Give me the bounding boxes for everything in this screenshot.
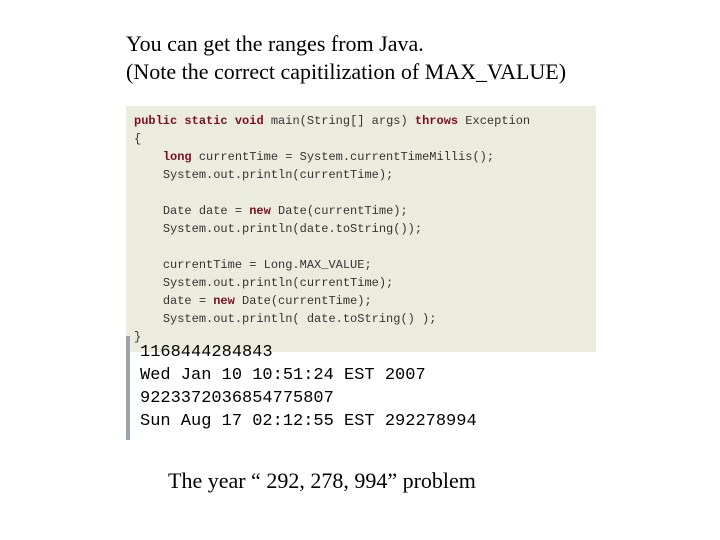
footer-caption: The year “ 292, 278, 994” problem — [168, 468, 476, 494]
code-line-3b: Date(currentTime); — [271, 204, 408, 218]
keyword-static: static — [184, 114, 227, 128]
code-indent — [134, 276, 163, 290]
slide: You can get the ranges from Java. (Note … — [0, 0, 720, 540]
keyword-void: void — [235, 114, 264, 128]
heading-line-1: You can get the ranges from Java. — [126, 30, 646, 58]
code-sig-tail: Exception — [458, 114, 530, 128]
code-indent — [134, 222, 163, 236]
code-sig-mid: main(String[] args) — [264, 114, 415, 128]
output-line-4: Sun Aug 17 02:12:55 EST 292278994 — [140, 412, 477, 431]
code-line-1: currentTime = System.currentTimeMillis()… — [192, 150, 494, 164]
keyword-new: new — [249, 204, 271, 218]
heading-line-2: (Note the correct capitilization of MAX_… — [126, 58, 646, 86]
keyword-throws: throws — [415, 114, 458, 128]
code-space — [228, 114, 235, 128]
java-code-block: public static void main(String[] args) t… — [126, 106, 596, 352]
keyword-public: public — [134, 114, 177, 128]
code-indent — [134, 312, 163, 326]
output-line-1: 1168444284843 — [140, 343, 273, 362]
keyword-new: new — [213, 294, 235, 308]
code-line-3a: Date date = — [163, 204, 249, 218]
code-indent — [134, 168, 163, 182]
heading-block: You can get the ranges from Java. (Note … — [126, 30, 646, 86]
keyword-long: long — [163, 150, 192, 164]
code-line-8: System.out.println( date.toString() ); — [163, 312, 437, 326]
output-line-2: Wed Jan 10 10:51:24 EST 2007 — [140, 366, 426, 385]
code-line-5: currentTime = Long.MAX_VALUE; — [163, 258, 372, 272]
code-line-7b: Date(currentTime); — [235, 294, 372, 308]
code-indent — [134, 204, 163, 218]
code-indent — [134, 150, 163, 164]
program-output-block: 1168444284843 Wed Jan 10 10:51:24 EST 20… — [126, 336, 477, 440]
output-line-3: 9223372036854775807 — [140, 389, 334, 408]
code-indent — [134, 294, 163, 308]
code-line-6: System.out.println(currentTime); — [163, 276, 393, 290]
code-indent — [134, 258, 163, 272]
code-line-4: System.out.println(date.toString()); — [163, 222, 422, 236]
code-line-2: System.out.println(currentTime); — [163, 168, 393, 182]
code-line-7a: date = — [163, 294, 213, 308]
code-lbrace: { — [134, 132, 141, 146]
